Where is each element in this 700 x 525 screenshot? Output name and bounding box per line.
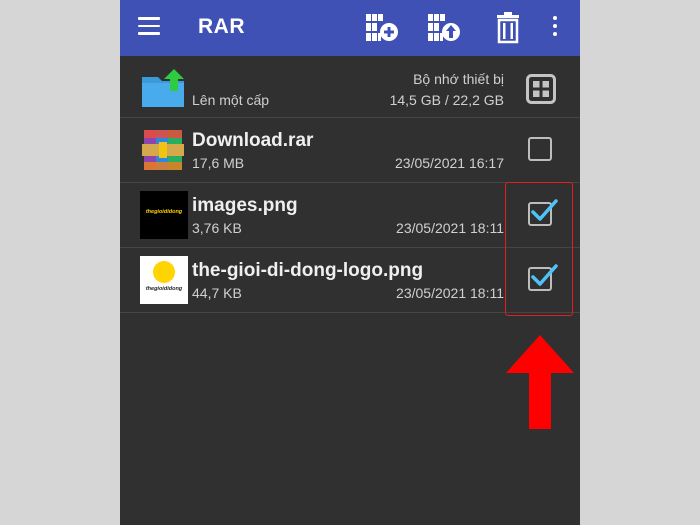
file-name: Download.rar: [192, 130, 314, 151]
image-thumbnail: thegioididong: [140, 256, 188, 304]
extract-icon[interactable]: [426, 12, 462, 44]
file-date: 23/05/2021 18:11: [396, 285, 504, 301]
parent-folder-row[interactable]: Lên một cấp Bộ nhớ thiết bị 14,5 GB / 22…: [120, 57, 580, 118]
file-name: images.png: [192, 195, 298, 216]
more-options-icon[interactable]: [550, 16, 560, 40]
rar-archive-icon: [142, 130, 184, 170]
file-date: 23/05/2021 18:11: [396, 220, 504, 236]
arrow-up-icon: [506, 335, 574, 429]
select-checkbox[interactable]: [528, 137, 552, 161]
file-row-download-rar[interactable]: Download.rar 17,6 MB 23/05/2021 16:17: [120, 118, 580, 183]
add-to-archive-icon[interactable]: [364, 12, 400, 44]
app-title: RAR: [198, 15, 245, 38]
thumbnail-logo-text: thegioididong: [145, 286, 183, 292]
delete-icon[interactable]: [490, 12, 526, 44]
logo-circle: [153, 261, 175, 283]
image-thumbnail: thegioididong: [140, 191, 188, 239]
checkbox-highlight-box: [505, 182, 573, 316]
storage-label: Bộ nhớ thiết bị: [413, 71, 504, 87]
file-size: 17,6 MB: [192, 155, 245, 171]
folder-up-icon: [142, 69, 184, 107]
app-bar: RAR: [120, 0, 580, 56]
file-size: 44,7 KB: [192, 285, 242, 301]
file-size: 3,76 KB: [192, 220, 242, 236]
storage-usage: 14,5 GB / 22,2 GB: [389, 92, 504, 108]
grid-view-icon[interactable]: [526, 74, 556, 104]
thumbnail-logo-text: thegioididong: [145, 209, 183, 215]
parent-folder-label: Lên một cấp: [192, 92, 270, 108]
menu-icon[interactable]: [138, 17, 160, 37]
file-date: 23/05/2021 16:17: [395, 155, 504, 171]
file-name: the-gioi-di-dong-logo.png: [192, 260, 424, 281]
